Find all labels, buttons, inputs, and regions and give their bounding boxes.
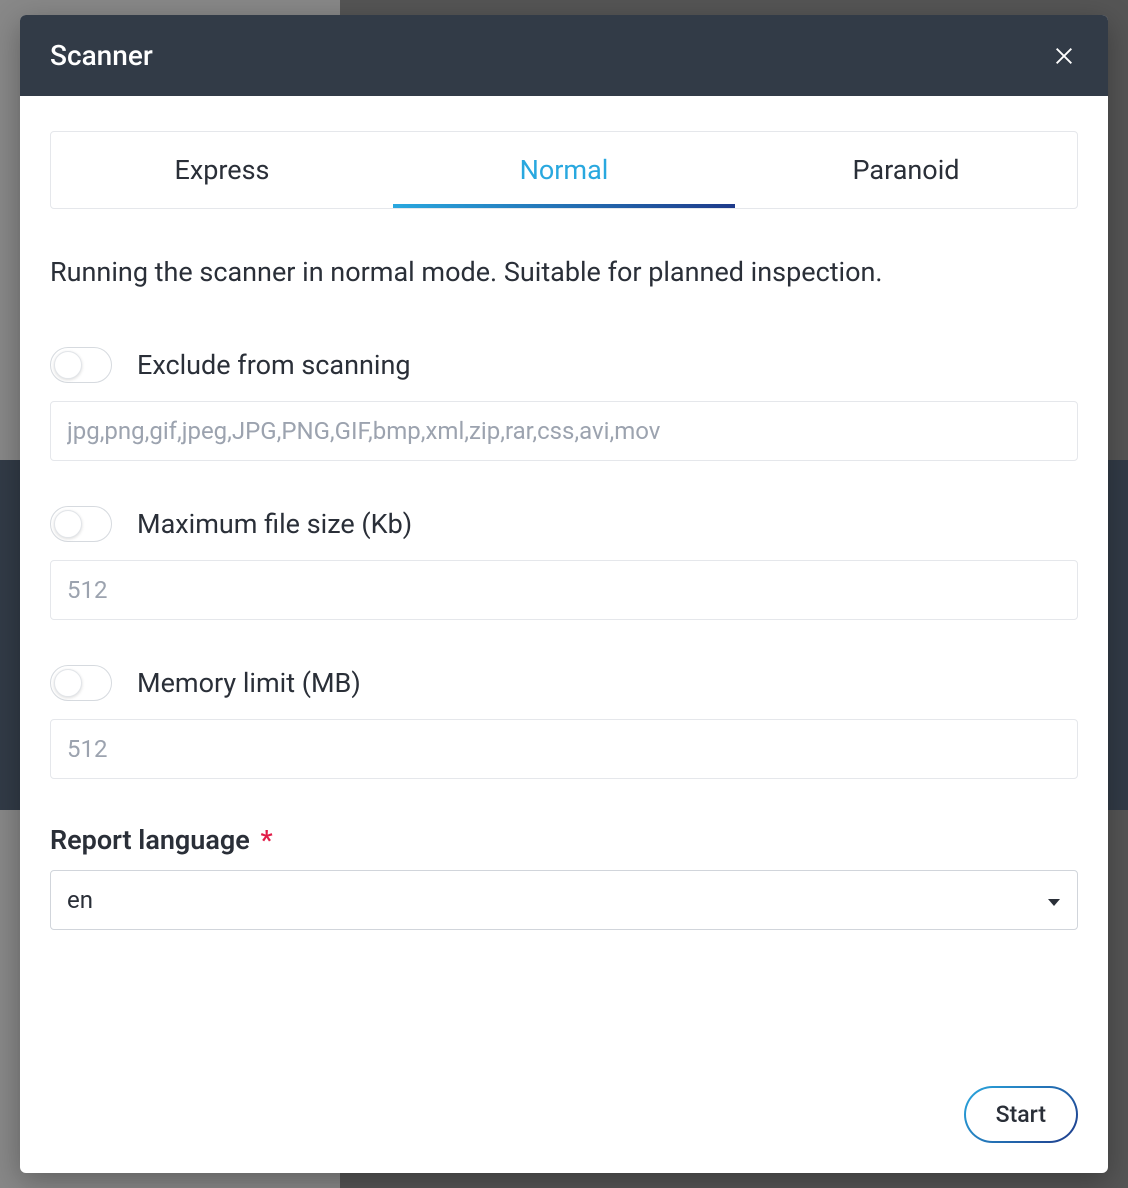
start-button[interactable]: Start bbox=[966, 1088, 1076, 1141]
tabs-container: Express Normal Paranoid bbox=[50, 131, 1078, 209]
exclude-input[interactable] bbox=[50, 401, 1078, 461]
mode-description: Running the scanner in normal mode. Suit… bbox=[50, 254, 1078, 292]
tab-express[interactable]: Express bbox=[51, 132, 393, 208]
chevron-down-icon bbox=[1047, 886, 1061, 914]
language-select[interactable]: en bbox=[50, 870, 1078, 930]
modal-title: Scanner bbox=[50, 39, 153, 72]
scanner-modal: Scanner Express Normal Paranoid Running … bbox=[20, 15, 1108, 1173]
tab-paranoid[interactable]: Paranoid bbox=[735, 132, 1077, 208]
memlimit-field-row: Memory limit (MB) bbox=[50, 665, 1078, 701]
language-value: en bbox=[67, 886, 93, 914]
maxsize-field-group: Maximum file size (Kb) bbox=[50, 506, 1078, 620]
toggle-knob bbox=[54, 669, 82, 697]
required-indicator: * bbox=[260, 824, 272, 856]
language-field-group: Report language * en bbox=[50, 824, 1078, 930]
language-select-wrapper: en bbox=[50, 870, 1078, 930]
close-button[interactable] bbox=[1050, 42, 1078, 70]
maxsize-toggle[interactable] bbox=[50, 506, 112, 542]
maxsize-input[interactable] bbox=[50, 560, 1078, 620]
memlimit-label: Memory limit (MB) bbox=[137, 667, 361, 699]
start-button-wrap: Start bbox=[964, 1086, 1078, 1143]
memlimit-field-group: Memory limit (MB) bbox=[50, 665, 1078, 779]
toggle-knob bbox=[54, 351, 82, 379]
exclude-toggle[interactable] bbox=[50, 347, 112, 383]
toggle-knob bbox=[54, 510, 82, 538]
modal-footer: Start bbox=[20, 1086, 1108, 1173]
close-icon bbox=[1053, 45, 1075, 67]
maxsize-label: Maximum file size (Kb) bbox=[137, 508, 412, 540]
maxsize-field-row: Maximum file size (Kb) bbox=[50, 506, 1078, 542]
tab-normal[interactable]: Normal bbox=[393, 132, 735, 208]
language-label: Report language * bbox=[50, 824, 1078, 856]
modal-header: Scanner bbox=[20, 15, 1108, 96]
memlimit-input[interactable] bbox=[50, 719, 1078, 779]
memlimit-toggle[interactable] bbox=[50, 665, 112, 701]
exclude-field-group: Exclude from scanning bbox=[50, 347, 1078, 461]
modal-body: Express Normal Paranoid Running the scan… bbox=[20, 96, 1108, 1086]
exclude-label: Exclude from scanning bbox=[137, 349, 411, 381]
exclude-field-row: Exclude from scanning bbox=[50, 347, 1078, 383]
language-label-text: Report language bbox=[50, 824, 250, 856]
